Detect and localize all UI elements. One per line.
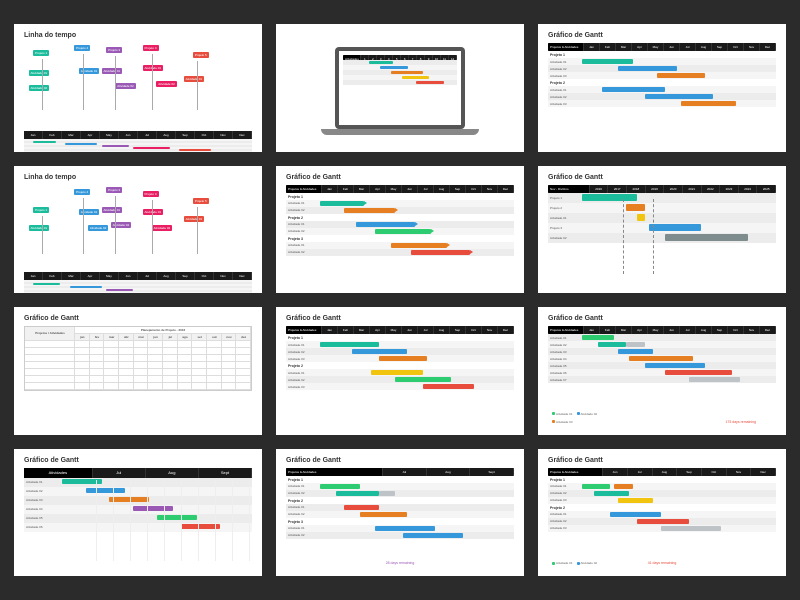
timeline-box: Atividade 01	[102, 68, 123, 74]
timeline-box: Projeto 3	[106, 47, 122, 53]
slide-4[interactable]: Linha do tempo Projeto 1 Projeto 2 Proje…	[14, 166, 262, 294]
slide-9[interactable]: Gráfico de Gantt Projetos & Atividades J…	[538, 307, 786, 435]
timeline-box: Projeto 2	[74, 189, 90, 195]
blank-gantt-grid: Projetos / Atividades Planejamento de Pr…	[24, 326, 252, 391]
legend: Atividade 01 Atividade 02 Atividade 03	[552, 412, 612, 424]
timeline-axis: JanFeb MarApr MayJun JulAug SepOct NovDe…	[24, 131, 252, 139]
legend: Atividade 01 Atividade 02	[552, 561, 597, 565]
slide-title: Gráfico de Gantt	[548, 32, 776, 39]
days-remaining-note: 41 days remaining	[648, 561, 677, 565]
timeline-box: Atividade 01	[184, 216, 205, 222]
days-remaining-note: 28 days remaining	[386, 561, 415, 565]
timeline-box: Atividade 02	[156, 81, 177, 87]
slide-12[interactable]: Gráfico de Gantt Projetos & Atividades J…	[538, 449, 786, 577]
slide-grid: Linha do tempo Projeto 1 Projeto 2 Proje…	[14, 24, 786, 576]
timeline-box: Atividade 01	[79, 209, 100, 215]
timeline-box: Atividade 01	[102, 207, 123, 213]
slide-11[interactable]: Gráfico de Gantt Projetos & Atividades J…	[276, 449, 524, 577]
timeline-box: Atividade 02	[29, 85, 50, 91]
timeline-box: Atividade 01	[184, 76, 205, 82]
timeline-axis: JanFeb MarApr MayJun JulAug SepOct NovDe…	[24, 272, 252, 280]
timeline-box: Atividade 02	[115, 83, 136, 89]
timeline-box: Projeto 4	[143, 45, 159, 51]
slide-7[interactable]: Gráfico de Gantt Projetos / Atividades P…	[14, 307, 262, 435]
slide-title: Gráfico de Gantt	[24, 457, 252, 464]
timeline-box: Atividade 02	[111, 222, 132, 228]
slide-title: Gráfico de Gantt	[548, 457, 776, 464]
timeline-box: Projeto 3	[106, 187, 122, 193]
timeline-box: Projeto 4	[143, 191, 159, 197]
timeline-box: Projeto 1	[33, 50, 49, 56]
slide-title: Gráfico de Gantt	[548, 174, 776, 181]
timeline-box: Projeto 5	[193, 198, 209, 204]
slide-title: Gráfico de Gantt	[286, 457, 514, 464]
slide-title: Gráfico de Gantt	[286, 315, 514, 322]
slide-title: Gráfico de Gantt	[548, 315, 776, 322]
timeline-box: Atividade 01	[29, 70, 50, 76]
slide-title: Linha do tempo	[24, 32, 252, 39]
slide-2[interactable]: Atividades 123456 789101112	[276, 24, 524, 152]
slide-title: Linha do tempo	[24, 174, 252, 181]
timeline-box: Atividade 01	[143, 209, 164, 215]
days-remaining-note: 175 days remaining	[725, 420, 756, 424]
slide-3[interactable]: Gráfico de Gantt Projetos & Atividades J…	[538, 24, 786, 152]
timeline-box: Atividade 01	[143, 65, 164, 71]
timeline-box: Atividade 02	[152, 225, 173, 231]
slide-1[interactable]: Linha do tempo Projeto 1 Projeto 2 Proje…	[14, 24, 262, 152]
timeline-box: Projeto 1	[33, 207, 49, 213]
timeline-box: Atividade 01	[79, 68, 100, 74]
slide-6[interactable]: Gráfico de Gantt Nov - Div/Ano 20162017 …	[538, 166, 786, 294]
slide-title: Gráfico de Gantt	[24, 315, 252, 322]
timeline-box: Atividade 02	[88, 225, 109, 231]
timeline-box: Projeto 2	[74, 45, 90, 51]
laptop-icon: Atividades 123456 789101112	[335, 47, 465, 129]
slide-5[interactable]: Gráfico de Gantt Projetos & Atividades J…	[276, 166, 524, 294]
slide-8[interactable]: Gráfico de Gantt Projetos & Atividades J…	[276, 307, 524, 435]
timeline-box: Projeto 5	[193, 52, 209, 58]
timeline-box: Atividade 01	[29, 225, 50, 231]
slide-10[interactable]: Gráfico de Gantt Atividades Jul Aug Sept…	[14, 449, 262, 577]
slide-title: Gráfico de Gantt	[286, 174, 514, 181]
